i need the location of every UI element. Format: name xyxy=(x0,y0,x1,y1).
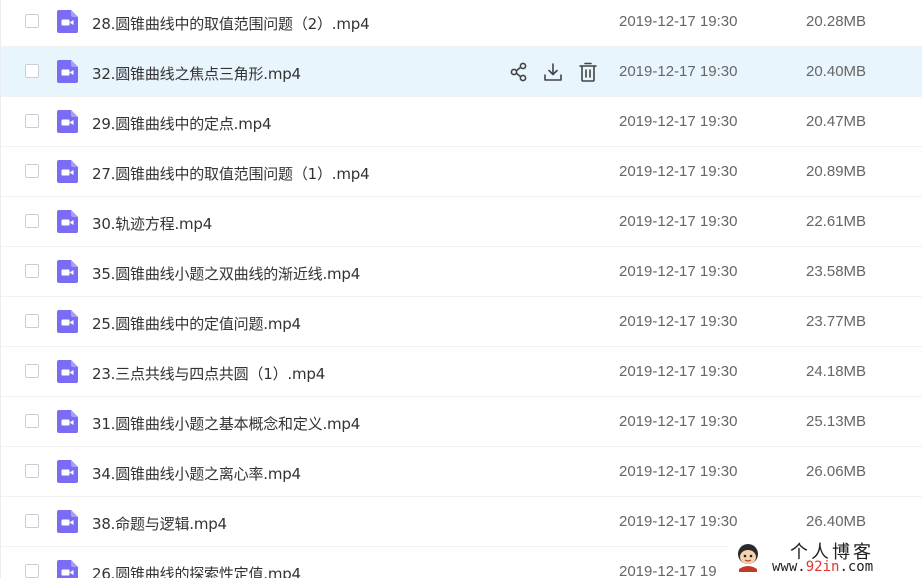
video-file-icon xyxy=(57,460,78,483)
file-date: 2019-12-17 19:30 xyxy=(619,313,738,330)
file-row[interactable]: 27.圆锥曲线中的取值范围问题（1）.mp4 2019-12-17 19:30 20… xyxy=(1,147,922,197)
select-checkbox[interactable] xyxy=(25,314,39,328)
file-size: 22.61MB xyxy=(806,213,867,230)
file-size: 24.18MB xyxy=(806,363,867,380)
mascot-avatar-icon xyxy=(738,544,758,572)
file-name[interactable]: 23.三点共线与四点共圆（1）.mp4 xyxy=(92,363,325,384)
select-checkbox[interactable] xyxy=(25,114,39,128)
file-list-panel: 28.圆锥曲线中的取值范围问题（2）.mp4 2019-12-17 19:30 20… xyxy=(0,0,922,578)
file-name[interactable]: 30.轨迹方程.mp4 xyxy=(92,213,212,234)
file-date: 2019-12-17 19 xyxy=(619,563,717,578)
video-file-icon xyxy=(57,10,78,33)
file-date: 2019-12-17 19:30 xyxy=(619,413,738,430)
video-file-icon xyxy=(57,410,78,433)
file-size: 23.77MB xyxy=(806,313,867,330)
file-size: 20.40MB xyxy=(806,63,867,80)
file-row[interactable]: 23.三点共线与四点共圆（1）.mp4 2019-12-17 19:30 24.18… xyxy=(1,347,922,397)
file-date: 2019-12-17 19:30 xyxy=(619,13,738,30)
download-icon xyxy=(542,61,564,83)
file-date: 2019-12-17 19:30 xyxy=(619,363,738,380)
file-size: 23.58MB xyxy=(806,263,867,280)
video-file-icon xyxy=(57,310,78,333)
select-checkbox[interactable] xyxy=(25,364,39,378)
site-watermark: 个人博客 www.92in.com xyxy=(728,537,922,578)
select-checkbox[interactable] xyxy=(25,464,39,478)
file-size: 26.06MB xyxy=(806,463,867,480)
video-file-icon xyxy=(57,560,78,578)
video-file-icon xyxy=(57,260,78,283)
file-row[interactable]: 34.圆锥曲线小题之离心率.mp4 2019-12-17 19:30 26.06MB xyxy=(1,447,922,497)
watermark-url-prefix: www. xyxy=(772,559,806,575)
watermark-url: www.92in.com xyxy=(772,559,873,575)
select-checkbox[interactable] xyxy=(25,264,39,278)
file-size: 26.40MB xyxy=(806,513,867,530)
file-row[interactable]: 35.圆锥曲线小题之双曲线的渐近线.mp4 2019-12-17 19:30 23.… xyxy=(1,247,922,297)
share-button[interactable] xyxy=(508,61,530,83)
file-size: 20.89MB xyxy=(806,163,867,180)
file-date: 2019-12-17 19:30 xyxy=(619,263,738,280)
watermark-url-accent: 92in xyxy=(805,559,840,575)
file-name[interactable]: 32.圆锥曲线之焦点三角形.mp4 xyxy=(92,63,301,84)
file-name[interactable]: 38.命题与逻辑.mp4 xyxy=(92,513,227,534)
file-name[interactable]: 28.圆锥曲线中的取值范围问题（2）.mp4 xyxy=(92,13,370,34)
file-name[interactable]: 35.圆锥曲线小题之双曲线的渐近线.mp4 xyxy=(92,263,360,284)
video-file-icon xyxy=(57,510,78,533)
video-file-icon xyxy=(57,360,78,383)
select-checkbox[interactable] xyxy=(25,14,39,28)
file-row[interactable]: 29.圆锥曲线中的定点.mp4 2019-12-17 19:30 20.47MB xyxy=(1,97,922,147)
file-name[interactable]: 27.圆锥曲线中的取值范围问题（1）.mp4 xyxy=(92,163,370,184)
file-list: 28.圆锥曲线中的取值范围问题（2）.mp4 2019-12-17 19:30 20… xyxy=(1,0,922,578)
trash-icon xyxy=(577,61,599,83)
select-checkbox[interactable] xyxy=(25,564,39,578)
select-checkbox[interactable] xyxy=(25,64,39,78)
video-file-icon xyxy=(57,110,78,133)
file-date: 2019-12-17 19:30 xyxy=(619,513,738,530)
file-name[interactable]: 25.圆锥曲线中的定值问题.mp4 xyxy=(92,313,301,334)
video-file-icon xyxy=(57,160,78,183)
file-row[interactable]: 28.圆锥曲线中的取值范围问题（2）.mp4 2019-12-17 19:30 20… xyxy=(1,0,922,47)
file-row[interactable]: 30.轨迹方程.mp4 2019-12-17 19:30 22.61MB xyxy=(1,197,922,247)
file-size: 20.28MB xyxy=(806,13,867,30)
file-size: 20.47MB xyxy=(806,113,867,130)
file-name[interactable]: 29.圆锥曲线中的定点.mp4 xyxy=(92,113,272,134)
delete-button[interactable] xyxy=(577,61,599,83)
video-file-icon xyxy=(57,60,78,83)
select-checkbox[interactable] xyxy=(25,514,39,528)
file-row[interactable]: 25.圆锥曲线中的定值问题.mp4 2019-12-17 19:30 23.77MB xyxy=(1,297,922,347)
file-row[interactable]: 32.圆锥曲线之焦点三角形.mp4 2019-12-17 19:30 20.40MB xyxy=(1,47,922,97)
file-name[interactable]: 31.圆锥曲线小题之基本概念和定义.mp4 xyxy=(92,413,360,434)
file-size: 25.13MB xyxy=(806,413,867,430)
file-date: 2019-12-17 19:30 xyxy=(619,113,738,130)
select-checkbox[interactable] xyxy=(25,214,39,228)
file-date: 2019-12-17 19:30 xyxy=(619,63,738,80)
watermark-url-suffix: .com xyxy=(839,559,874,575)
file-date: 2019-12-17 19:30 xyxy=(619,213,738,230)
file-date: 2019-12-17 19:30 xyxy=(619,163,738,180)
video-file-icon xyxy=(57,210,78,233)
download-button[interactable] xyxy=(542,61,564,83)
select-checkbox[interactable] xyxy=(25,164,39,178)
file-row[interactable]: 31.圆锥曲线小题之基本概念和定义.mp4 2019-12-17 19:30 25.… xyxy=(1,397,922,447)
file-date: 2019-12-17 19:30 xyxy=(619,463,738,480)
file-name[interactable]: 34.圆锥曲线小题之离心率.mp4 xyxy=(92,463,301,484)
share-icon xyxy=(508,61,530,83)
file-name[interactable]: 26.圆锥曲线的探索性定值.mp4 xyxy=(92,563,301,578)
select-checkbox[interactable] xyxy=(25,414,39,428)
